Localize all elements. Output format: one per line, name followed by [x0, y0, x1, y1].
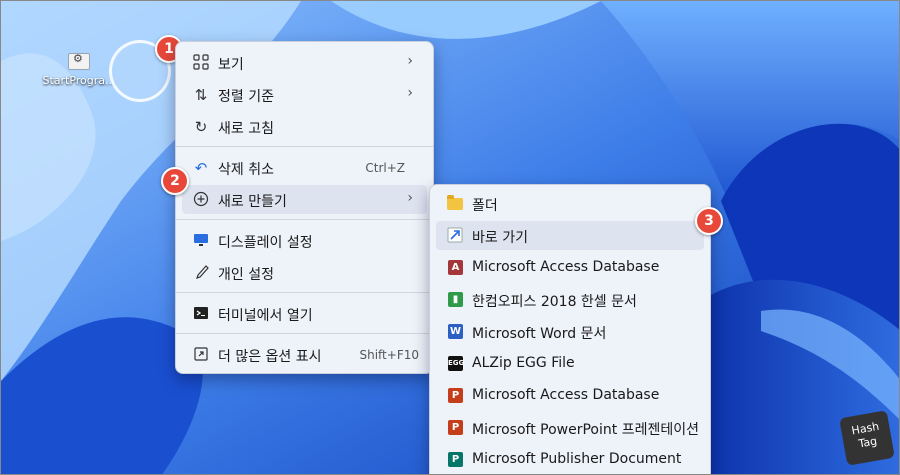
menu-item-label: 터미널에서 열기 [218, 308, 313, 324]
hashtag-watermark-logo: Hash Tag [839, 410, 895, 466]
menu-item-view[interactable]: 보기 › [182, 48, 427, 77]
submenu-item-shortcut[interactable]: 바로 가기 [436, 221, 704, 250]
menu-item-open-terminal[interactable]: 터미널에서 열기 [182, 299, 427, 328]
context-menu: 보기 › ⇅ 정렬 기준 › ↻ 새로 고침 ↶ 삭제 취소 Ctrl+Z 새로… [175, 41, 434, 374]
menu-item-label: Microsoft Access Database [472, 259, 660, 275]
folder-icon [447, 195, 463, 210]
desktop-icon-startprogram[interactable]: StartProgra... [41, 52, 117, 87]
expand-icon [192, 346, 210, 364]
sort-arrows-icon: ⇅ [194, 86, 208, 104]
program-icon [68, 52, 90, 70]
chevron-right-icon: › [407, 85, 413, 101]
menu-item-label: ALZip EGG File [472, 355, 575, 371]
submenu-item-word[interactable]: W Microsoft Word 문서 [436, 317, 704, 346]
menu-item-label: 개인 설정 [218, 267, 274, 283]
brush-icon [192, 264, 210, 282]
menu-item-label: 보기 [218, 57, 244, 73]
new-submenu: 폴더 바로 가기 A Microsoft Access Database ▮ 한… [429, 184, 711, 474]
menu-divider [176, 146, 433, 147]
menu-item-label: Microsoft PowerPoint 프레젠테이션 [472, 422, 699, 438]
refresh-icon: ↻ [194, 118, 208, 136]
menu-item-label: 새로 만들기 [218, 194, 287, 210]
menu-item-new[interactable]: 새로 만들기 › [182, 185, 427, 214]
desktop-icon-label: StartProgra... [42, 74, 116, 87]
access-icon: P [448, 388, 463, 403]
submenu-item-hancell[interactable]: ▮ 한컴오피스 2018 한셀 문서 [436, 285, 704, 314]
menu-item-label: Microsoft Word 문서 [472, 326, 607, 342]
desktop[interactable]: StartProgra... 1 보기 › ⇅ 정렬 기준 › ↻ 새로 고침 … [0, 0, 900, 475]
menu-item-label: 폴더 [472, 198, 498, 214]
menu-item-personalize[interactable]: 개인 설정 [182, 258, 427, 287]
submenu-item-access-db[interactable]: A Microsoft Access Database [436, 253, 704, 282]
chevron-right-icon: › [407, 53, 413, 69]
step-badge-2: 2 [161, 167, 189, 195]
plus-circle-icon [192, 191, 210, 209]
egg-icon: EGG [448, 356, 464, 371]
menu-item-label: Microsoft Publisher Document [472, 451, 682, 467]
menu-item-refresh[interactable]: ↻ 새로 고침 [182, 112, 427, 141]
menu-divider [176, 219, 433, 220]
undo-icon: ↶ [194, 159, 208, 177]
menu-item-label: 디스플레이 설정 [218, 235, 313, 251]
menu-item-label: 새로 고침 [218, 121, 274, 137]
menu-item-display-settings[interactable]: 디스플레이 설정 [182, 226, 427, 255]
chevron-right-icon: › [407, 190, 413, 206]
step-badge-3: 3 [695, 207, 723, 235]
publisher-icon: P [448, 452, 463, 467]
submenu-item-alzip[interactable]: EGG ALZip EGG File [436, 349, 704, 378]
submenu-item-folder[interactable]: 폴더 [436, 189, 704, 218]
hancell-icon: ▮ [448, 292, 463, 307]
menu-item-label: 바로 가기 [472, 230, 528, 246]
word-icon: W [448, 324, 463, 339]
menu-divider [176, 292, 433, 293]
shortcut-label: Ctrl+Z [365, 161, 405, 175]
shortcut-arrow-icon [446, 227, 464, 245]
submenu-item-powerpoint[interactable]: P Microsoft PowerPoint 프레젠테이션 [436, 413, 704, 442]
menu-divider [176, 333, 433, 334]
submenu-item-publisher[interactable]: P Microsoft Publisher Document [436, 445, 704, 474]
grid-icon [192, 54, 210, 72]
menu-item-label: 더 많은 옵션 표시 [218, 349, 322, 365]
access-icon: A [448, 260, 463, 275]
menu-item-label: Microsoft Access Database [472, 387, 660, 403]
menu-item-label: 정렬 기준 [218, 89, 274, 105]
submenu-item-access-db-2[interactable]: P Microsoft Access Database [436, 381, 704, 410]
menu-item-label: 한컴오피스 2018 한셀 문서 [472, 294, 637, 310]
terminal-icon [192, 305, 210, 323]
shortcut-label: Shift+F10 [359, 348, 419, 362]
powerpoint-icon: P [448, 420, 463, 435]
menu-item-show-more[interactable]: 더 많은 옵션 표시 Shift+F10 [182, 340, 427, 369]
menu-item-undo-delete[interactable]: ↶ 삭제 취소 Ctrl+Z [182, 153, 427, 182]
menu-item-sort[interactable]: ⇅ 정렬 기준 › [182, 80, 427, 109]
monitor-icon [192, 232, 210, 250]
menu-item-label: 삭제 취소 [218, 162, 274, 178]
